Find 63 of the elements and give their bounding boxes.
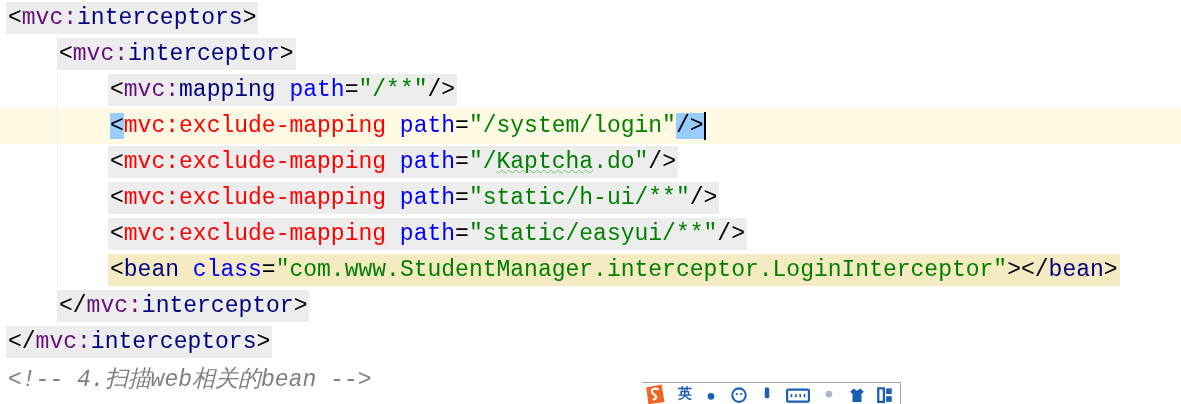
attribute-name: class <box>192 257 262 283</box>
tag-name: interceptor <box>128 41 280 67</box>
bracket: < <box>110 113 124 139</box>
bracket: = <box>455 113 469 139</box>
bracket: = <box>261 257 276 283</box>
bracket: = <box>455 149 469 175</box>
tag-name: mvc:exclude-mapping <box>123 113 387 139</box>
attribute-value: "static/h-ui/**" <box>468 185 690 211</box>
bracket: /> <box>427 77 456 103</box>
smiley-icon[interactable] <box>730 385 748 403</box>
bracket: </ <box>59 293 87 319</box>
bracket: /> <box>675 113 704 139</box>
bracket: < <box>110 257 124 283</box>
bracket: < <box>110 221 124 247</box>
bracket: < <box>59 41 73 67</box>
attribute-value: "/system/login" <box>468 113 676 139</box>
attribute-name: path <box>399 149 456 175</box>
bracket: = <box>344 77 359 103</box>
tag-namespace: mvc: <box>86 293 142 319</box>
tag-name: bean <box>123 257 180 283</box>
code-comment: <!-- 4.扫描web相关的bean --> <box>8 365 372 394</box>
bracket: > <box>256 329 271 355</box>
bracket: > <box>1103 257 1118 283</box>
tag-namespace: mvc: <box>123 77 180 103</box>
tag-name: interceptor <box>141 293 294 319</box>
bracket: = <box>455 221 469 247</box>
tag-name: bean <box>1048 257 1104 283</box>
bracket: < <box>110 185 124 211</box>
tag-name: mvc:exclude-mapping <box>123 185 387 211</box>
bracket: ></ <box>1007 257 1049 283</box>
text-cursor <box>703 112 706 140</box>
shirt-icon[interactable] <box>848 385 866 403</box>
input-mode[interactable]: 英 <box>678 385 692 403</box>
bracket: /> <box>689 185 718 211</box>
tag-namespace: mvc: <box>72 41 129 67</box>
tag-name: mvc:exclude-mapping <box>123 221 387 247</box>
tag-namespace: mvc: <box>35 329 91 355</box>
attribute-name: path <box>399 113 456 139</box>
bracket: < <box>110 77 124 103</box>
attribute-value: "static/easyui/**" <box>468 221 718 247</box>
attribute-value: "/**" <box>358 77 428 103</box>
bracket: < <box>8 5 22 31</box>
attribute-name: path <box>289 77 345 103</box>
attribute-name: path <box>399 185 456 211</box>
attribute-value: .do" <box>593 149 649 175</box>
attribute-name: path <box>399 221 456 247</box>
bracket: </ <box>8 329 36 355</box>
tag-name: interceptors <box>90 329 257 355</box>
bracket: /> <box>648 149 676 175</box>
tag-name: mapping <box>179 77 276 103</box>
grid-icon[interactable] <box>876 385 894 403</box>
attribute-value: "com.www.StudentManager.interceptor.LoginInterceptor" <box>275 257 1008 283</box>
tag-name: interceptors <box>77 5 243 31</box>
attribute-value: Kaptcha <box>496 149 594 175</box>
bracket: /> <box>717 221 745 247</box>
bracket: > <box>242 5 257 31</box>
tag-namespace: mvc: <box>21 5 78 31</box>
bracket: > <box>293 293 308 319</box>
bracket: > <box>279 41 294 67</box>
bracket: = <box>455 185 469 211</box>
attribute-value: "/ <box>468 149 497 175</box>
bracket: < <box>110 149 124 175</box>
tag-name: mvc:exclude-mapping <box>123 149 387 175</box>
